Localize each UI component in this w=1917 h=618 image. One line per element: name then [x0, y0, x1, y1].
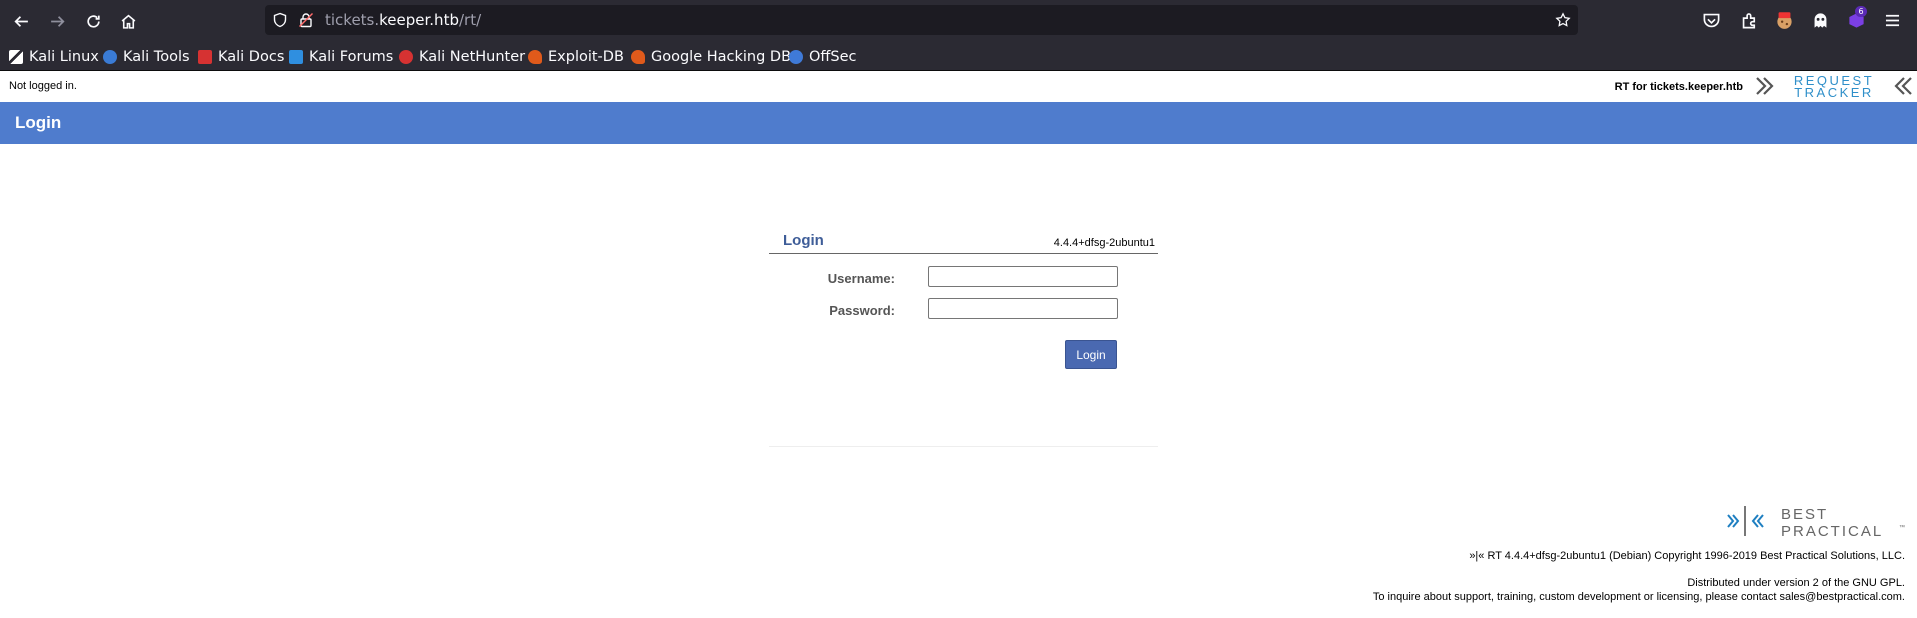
bookmarks-bar: Kali Linux Kali Tools Kali Docs Kali For…	[0, 41, 1917, 71]
page-title: Login	[15, 113, 62, 132]
ghdb-icon	[631, 50, 645, 64]
license-text: Distributed under version 2 of the GNU G…	[1687, 577, 1905, 589]
bookmark-offsec[interactable]: OffSec	[789, 47, 857, 67]
bookmark-label: Kali Linux	[29, 49, 99, 65]
password-label: Password:	[829, 303, 895, 318]
page-content: Not logged in. RT for tickets.keeper.htb…	[0, 72, 1917, 618]
bookmark-label: Kali Tools	[123, 49, 190, 65]
extension-count-badge: 6	[1855, 6, 1867, 17]
reload-button[interactable]	[80, 8, 106, 34]
bookmark-label: Kali Docs	[218, 49, 285, 65]
request-tracker-logo[interactable]: REQUEST TRACKER	[1754, 74, 1914, 100]
nethunter-icon	[399, 50, 413, 64]
home-icon	[121, 14, 135, 29]
bookmark-kali-docs[interactable]: Kali Docs	[198, 47, 284, 67]
home-button[interactable]	[115, 8, 141, 34]
login-box-divider	[769, 446, 1158, 447]
contact-text: To inquire about support, training, cust…	[1372, 591, 1905, 603]
bookmark-google-hacking-db[interactable]: Google Hacking DB	[631, 47, 791, 67]
login-status: Not logged in.	[9, 80, 77, 92]
kali-tools-icon	[103, 50, 117, 64]
kali-forums-icon	[289, 50, 303, 64]
page-header: Login	[0, 102, 1917, 144]
bp-logo-top: BEST	[1781, 506, 1828, 523]
bookmark-label: Exploit-DB	[548, 49, 624, 65]
menu-icon[interactable]	[1883, 11, 1902, 30]
insecure-lock-icon[interactable]	[298, 12, 314, 28]
kali-dragon-icon	[9, 50, 23, 64]
bookmark-label: Google Hacking DB	[651, 49, 792, 65]
pocket-icon[interactable]	[1702, 11, 1721, 30]
bookmark-kali-tools[interactable]: Kali Tools	[103, 47, 190, 67]
username-input[interactable]	[928, 266, 1118, 287]
shield-icon[interactable]	[272, 12, 288, 28]
login-box-title: Login	[783, 232, 824, 249]
extension-cookie-icon[interactable]	[1775, 11, 1794, 30]
rt-topbar: Not logged in. RT for tickets.keeper.htb…	[0, 72, 1917, 102]
login-box: Login 4.4.4+dfsg-2ubuntu1 Username: Pass…	[769, 230, 1158, 448]
address-bar[interactable]: tickets.keeper.htb/rt/	[265, 5, 1578, 35]
best-practical-logo[interactable]: BEST PRACTICAL ™	[1725, 503, 1905, 539]
bp-logo-bottom: PRACTICAL	[1781, 523, 1883, 539]
copyright-text: »|« RT 4.4.4+dfsg-2ubuntu1 (Debian) Copy…	[1469, 550, 1905, 562]
exploit-db-icon	[528, 50, 542, 64]
bookmark-exploit-db[interactable]: Exploit-DB	[528, 47, 624, 67]
password-input[interactable]	[928, 298, 1118, 319]
bookmark-kali-linux[interactable]: Kali Linux	[9, 47, 99, 67]
kali-docs-icon	[198, 50, 212, 64]
url-text[interactable]: tickets.keeper.htb/rt/	[325, 11, 481, 29]
bookmark-kali-forums[interactable]: Kali Forums	[289, 47, 393, 67]
extension-ghost-icon[interactable]	[1811, 11, 1830, 30]
rt-version: 4.4.4+dfsg-2ubuntu1	[1053, 237, 1155, 249]
reload-icon	[86, 14, 100, 28]
bookmark-kali-nethunter[interactable]: Kali NetHunter	[399, 47, 525, 67]
browser-toolbar: tickets.keeper.htb/rt/ 6	[0, 0, 1917, 41]
forward-button[interactable]	[44, 8, 70, 34]
extensions-icon[interactable]	[1740, 11, 1759, 30]
arrow-right-icon	[50, 15, 65, 27]
login-button[interactable]: Login	[1065, 340, 1117, 369]
back-button[interactable]	[8, 8, 34, 34]
username-label: Username:	[827, 271, 895, 286]
bookmark-label: Kali NetHunter	[419, 49, 526, 65]
bookmark-label: Kali Forums	[309, 49, 394, 65]
rt-instance-name: RT for tickets.keeper.htb	[1614, 81, 1743, 93]
bookmark-label: OffSec	[809, 49, 857, 65]
bookmark-star-icon[interactable]	[1555, 12, 1571, 28]
offsec-icon	[789, 50, 803, 64]
bp-logo-tm: ™	[1899, 524, 1905, 531]
arrow-left-icon	[13, 15, 28, 27]
login-box-header: Login 4.4.4+dfsg-2ubuntu1	[769, 230, 1158, 254]
rt-logo-bottom: TRACKER	[1794, 85, 1874, 100]
